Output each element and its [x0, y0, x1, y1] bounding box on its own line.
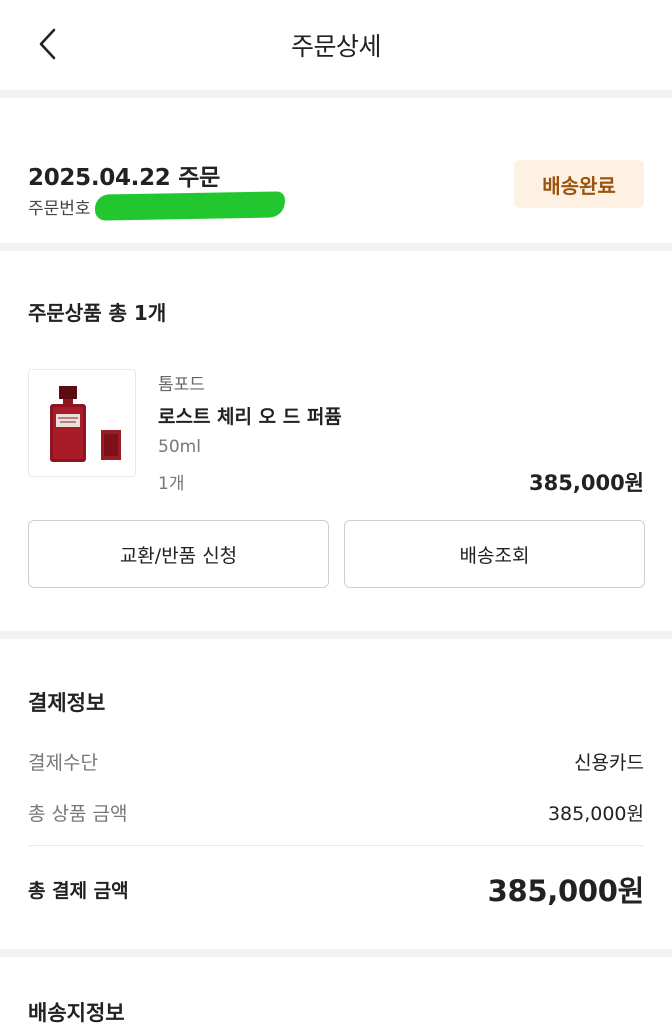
order-date: 2025.04.22 주문 — [28, 165, 220, 191]
order-detail-screen: 주문상세 2025.04.22 주문 주문번호 배송완료 주문상품 총 1개 톰… — [0, 0, 672, 1024]
order-number-redacted — [94, 191, 285, 221]
order-number-label: 주문번호 — [28, 198, 91, 219]
chevron-left-icon — [39, 28, 56, 60]
subtotal-label: 총 상품 금액 — [28, 803, 128, 825]
shipping-title: 배송지정보 — [28, 1001, 125, 1024]
perfume-bottle-image — [29, 370, 135, 476]
section-divider — [0, 631, 672, 639]
order-number-row: 주문번호 — [28, 191, 285, 221]
product-name[interactable]: 로스트 체리 오 드 퍼퓸 — [158, 402, 342, 429]
section-divider — [0, 243, 672, 251]
products-title: 주문상품 총 1개 — [28, 301, 167, 325]
section-divider — [0, 90, 672, 98]
payment-divider — [28, 845, 644, 846]
ordered-products-section: 주문상품 총 1개 톰포드 로스트 체리 오 드 퍼퓸 50ml 1개 385,… — [0, 251, 672, 631]
exchange-return-button[interactable]: 교환/반품 신청 — [28, 520, 329, 588]
subtotal-value: 385,000원 — [547, 803, 644, 825]
payment-title: 결제정보 — [28, 691, 106, 715]
product-brand: 톰포드 — [158, 375, 205, 395]
product-price: 385,000원 — [529, 471, 644, 495]
header: 주문상세 — [0, 0, 672, 90]
product-quantity: 1개 — [158, 474, 185, 494]
payment-method-value: 신용카드 — [574, 752, 644, 774]
total-payment-value: 385,000원 — [487, 874, 645, 908]
page-title: 주문상세 — [290, 32, 382, 61]
delivery-tracking-button[interactable]: 배송조회 — [344, 520, 645, 588]
shipping-info-section: 배송지정보 — [0, 957, 672, 1024]
product-thumbnail[interactable] — [28, 369, 136, 477]
section-divider — [0, 949, 672, 957]
total-payment-label: 총 결제 금액 — [28, 880, 129, 902]
product-option: 50ml — [158, 437, 201, 457]
status-badge: 배송완료 — [514, 160, 644, 208]
order-summary: 2025.04.22 주문 주문번호 배송완료 — [0, 98, 672, 243]
back-button[interactable] — [30, 26, 66, 62]
payment-method-label: 결제수단 — [28, 752, 98, 774]
payment-info-section: 결제정보 결제수단 신용카드 총 상품 금액 385,000원 총 결제 금액 … — [0, 639, 672, 949]
